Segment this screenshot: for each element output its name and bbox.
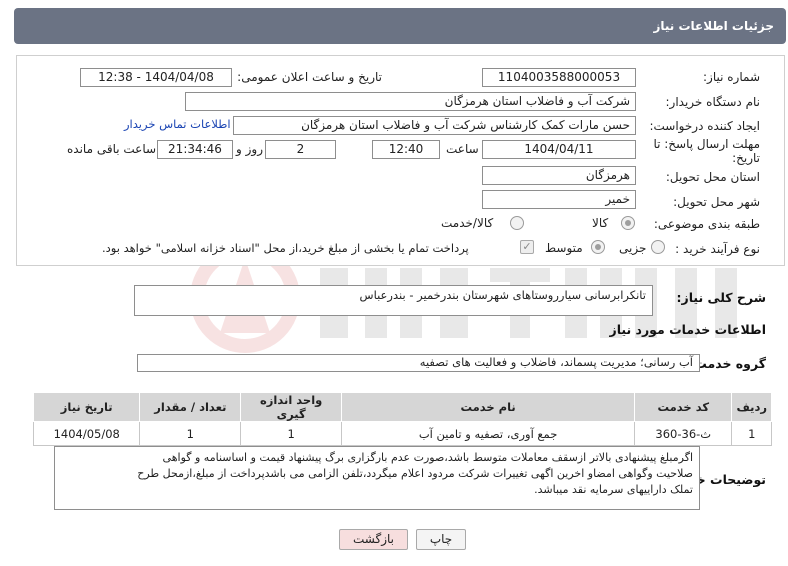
service-group-label: گروه خدمت: <box>689 356 766 371</box>
service-group-value: آب رسانی؛ مدیریت پسماند، فاضلاب و فعالیت… <box>419 355 693 369</box>
deadline-time-field[interactable]: 12:40 <box>372 140 440 159</box>
need-number-field[interactable]: 1104003588000053 <box>482 68 636 87</box>
category-label: طبقه بندی موضوعی: <box>653 217 760 231</box>
treasury-payment-note: پرداخت تمام یا بخشی از مبلغ خرید،از محل … <box>102 241 469 255</box>
need-summary-field[interactable]: تانکرابرسانی سیارروستاهای شهرستان بندرخم… <box>134 285 653 316</box>
col-need-date: تاریخ نیاز <box>32 392 141 422</box>
deadline-date-field[interactable]: 1404/04/11 <box>482 140 636 159</box>
need-number-label: شماره نیاز: <box>703 70 760 84</box>
service-group-field[interactable]: آب رسانی؛ مدیریت پسماند، فاضلاب و فعالیت… <box>137 354 700 372</box>
page-title: جزئیات اطلاعات نیاز <box>653 19 774 33</box>
category-goods-label: کالا <box>592 216 609 230</box>
cell-need-date: 1404/05/08 <box>32 421 141 446</box>
purchase-medium-radio[interactable] <box>591 240 605 254</box>
buyer-notes-field[interactable]: اگرمبلغ پیشنهادی بالاتر ازسقف معاملات مت… <box>54 446 700 510</box>
cell-quantity: 1 <box>139 421 242 446</box>
deadline-time-label: ساعت <box>446 142 479 156</box>
services-table-header: ردیف کد خدمت نام خدمت واحد اندازه گیری ت… <box>32 392 772 422</box>
cell-service-name: جمع آوری، تصفیه و تامین آب <box>341 421 636 446</box>
deadline-label: مهلت ارسال پاسخ: تا <box>653 137 760 151</box>
col-quantity: تعداد / مقدار <box>139 392 242 422</box>
purchase-minor-radio[interactable] <box>651 240 665 254</box>
col-service-code: کد خدمت <box>634 392 733 422</box>
table-row[interactable]: 1 ث-36-360 جمع آوری، تصفیه و تامین آب 1 … <box>32 421 772 446</box>
buyer-notes-line: صلاحیت وگواهی امضاو اخرین اگهی تغییرات ش… <box>137 467 693 480</box>
province-label: استان محل تحویل: <box>665 170 760 184</box>
buyer-org-label: نام دستگاه خریدار: <box>665 95 761 109</box>
cell-unit: 1 <box>240 421 343 446</box>
announce-datetime-field[interactable]: 1404/04/08 - 12:38 <box>80 68 232 87</box>
announce-datetime-label: تاریخ و ساعت اعلان عمومی: <box>237 70 382 84</box>
back-button[interactable]: بازگشت <box>339 529 408 550</box>
days-remaining-field[interactable]: 2 <box>265 140 336 159</box>
purchase-type-label: نوع فرآیند خرید : <box>675 242 760 256</box>
col-row-number: ردیف <box>731 392 772 422</box>
city-label: شهر محل تحویل: <box>673 195 760 209</box>
creator-field[interactable]: حسن مارات کمک کارشناس شرکت آب و فاضلاب ا… <box>233 116 636 135</box>
page-header: جزئیات اطلاعات نیاز <box>14 8 786 44</box>
need-summary-text: تانکرابرسانی سیارروستاهای شهرستان بندرخم… <box>359 288 646 302</box>
treasury-payment-checkbox[interactable]: ✓ <box>520 240 534 254</box>
col-service-name: نام خدمت <box>341 392 636 422</box>
buyer-notes-line: تملک داراییهای سرمایه نقد میباشد. <box>534 483 693 496</box>
days-label: روز و <box>236 142 263 156</box>
need-summary-label: شرح کلی نیاز: <box>676 290 766 305</box>
buyer-notes-line: اگرمبلغ پیشنهادی بالاتر ازسقف معاملات مت… <box>162 451 693 464</box>
creator-label: ایجاد کننده درخواست: <box>649 119 760 133</box>
purchase-medium-label: متوسط <box>545 241 583 255</box>
category-goods-service-label: کالا/خدمت <box>441 216 494 230</box>
print-button[interactable]: چاپ <box>416 529 466 550</box>
remaining-time-label: ساعت باقی مانده <box>67 142 157 156</box>
category-goods-radio[interactable] <box>621 216 635 230</box>
category-goods-service-radio[interactable] <box>510 216 524 230</box>
cell-service-code: ث-36-360 <box>634 421 733 446</box>
deadline-date-label: تاریخ: <box>732 151 760 165</box>
col-unit: واحد اندازه گیری <box>240 392 343 422</box>
cell-row-number: 1 <box>731 421 772 446</box>
services-table: ردیف کد خدمت نام خدمت واحد اندازه گیری ت… <box>32 392 772 446</box>
services-section-title: اطلاعات خدمات مورد نیاز <box>609 322 767 337</box>
city-field[interactable]: خمیر <box>482 190 636 209</box>
purchase-minor-label: جزیی <box>619 241 647 255</box>
province-field[interactable]: هرمزگان <box>482 166 636 185</box>
buyer-contact-link[interactable]: اطلاعات تماس خریدار <box>124 117 231 131</box>
buyer-org-field[interactable]: شرکت آب و فاضلاب استان هرمزگان <box>185 92 636 111</box>
remaining-time-field[interactable]: 21:34:46 <box>157 140 233 159</box>
